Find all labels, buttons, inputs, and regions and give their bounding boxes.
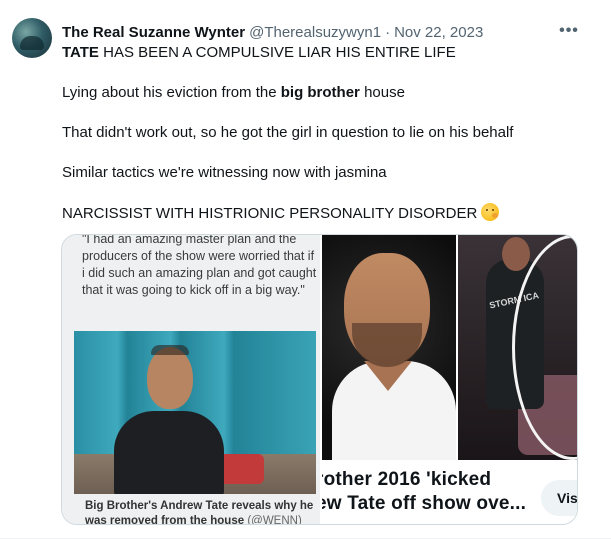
tweet-text-line-1: TATE HAS BEEN A COMPULSIVE LIAR HIS ENTI… bbox=[62, 43, 456, 63]
separator-dot: · bbox=[385, 23, 391, 41]
more-options-icon[interactable]: ••• bbox=[558, 22, 580, 42]
tweet-text-line-5: NARCISSIST WITH HISTRIONIC PERSONALITY D… bbox=[62, 203, 500, 224]
visit-button[interactable]: Vis bbox=[541, 480, 577, 516]
tweet-date[interactable]: Nov 22, 2023 bbox=[394, 24, 483, 41]
tweet-header: The Real Suzanne Wynter @Therealsuzywyn1… bbox=[62, 22, 483, 42]
link-card[interactable]: rother 2016 'kicked ew Tate off show ove… bbox=[322, 460, 577, 524]
thinking-face-emoji bbox=[481, 203, 500, 221]
media-image-portrait[interactable] bbox=[322, 235, 456, 460]
tweet-text-bold-big-brother: big brother bbox=[280, 84, 360, 101]
tweet-text-line-2-before: Lying about his eviction from the bbox=[62, 84, 281, 101]
tweet-text-line-2-after: house bbox=[359, 84, 405, 101]
link-card-title[interactable]: rother 2016 'kicked ew Tate off show ove… bbox=[322, 468, 577, 516]
tweet-text-bold-tate: TATE bbox=[62, 44, 99, 61]
article-caption-credit: (@WENN) bbox=[244, 515, 302, 525]
avatar[interactable] bbox=[12, 18, 52, 58]
tweet[interactable]: The Real Suzanne Wynter @Therealsuzywyn1… bbox=[0, 0, 611, 539]
tweet-text-line-1-rest: HAS BEEN A COMPULSIVE LIAR HIS ENTIRE LI… bbox=[98, 44, 456, 61]
media-image-room[interactable]: STORM ICA bbox=[458, 235, 577, 460]
photo-person-body bbox=[114, 411, 224, 494]
article-caption: Big Brother's Andrew Tate reveals why he… bbox=[85, 499, 315, 525]
room-figure-head bbox=[502, 237, 530, 271]
media-image-article[interactable]: "I had an amazing master plan and the pr… bbox=[62, 234, 320, 525]
article-photo bbox=[74, 331, 316, 494]
media-card[interactable]: "I had an amazing master plan and the pr… bbox=[61, 234, 578, 525]
article-quote: "I had an amazing master plan and the pr… bbox=[82, 234, 317, 297]
photo-person-head bbox=[147, 345, 193, 409]
author-handle[interactable]: @Therealsuzywyn1 bbox=[249, 24, 381, 41]
author-display-name[interactable]: The Real Suzanne Wynter bbox=[62, 24, 245, 41]
tweet-text-line-3: That didn't work out, so he got the girl… bbox=[62, 124, 514, 141]
tweet-text-line-2: Lying about his eviction from the big br… bbox=[62, 83, 405, 103]
tweet-text-line-4: Similar tactics we're witnessing now wit… bbox=[62, 164, 387, 181]
tweet-text-line-5-text: NARCISSIST WITH HISTRIONIC PERSONALITY D… bbox=[62, 205, 478, 222]
